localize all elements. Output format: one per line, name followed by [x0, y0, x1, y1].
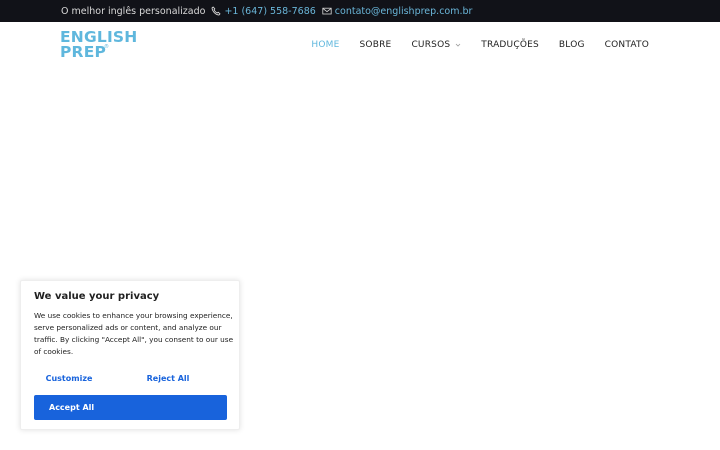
chevron-down-icon	[455, 43, 461, 47]
logo-registered-mark: ®	[104, 44, 109, 50]
customize-button[interactable]: Customize	[34, 371, 104, 385]
mail-icon	[322, 7, 332, 15]
phone-number: +1 (647) 558-7686	[224, 5, 316, 17]
nav-item-home[interactable]: HOME	[311, 40, 339, 50]
phone-icon	[212, 6, 221, 16]
phone-link[interactable]: +1 (647) 558-7686	[211, 5, 316, 17]
site-header: ENGLISH PREP ® HOME SOBRE CURSOS TRADUÇÕ…	[0, 22, 720, 68]
accept-all-button[interactable]: Accept All	[34, 395, 227, 420]
nav-item-blog[interactable]: BLOG	[559, 40, 585, 50]
nav-item-sobre[interactable]: SOBRE	[360, 40, 392, 50]
cookie-title: We value your privacy	[34, 291, 160, 302]
nav-item-traducoes[interactable]: TRADUÇÕES	[481, 40, 539, 50]
nav-item-cursos[interactable]: CURSOS	[411, 40, 461, 50]
email-address: contato@englishprep.com.br	[334, 5, 473, 17]
email-link[interactable]: contato@englishprep.com.br	[322, 5, 473, 17]
top-bar: O melhor inglês personalizado +1 (647) 5…	[0, 0, 720, 22]
main-nav: HOME SOBRE CURSOS TRADUÇÕES BLOG CONTATO	[291, 22, 649, 68]
cookie-consent-banner: We value your privacy We use cookies to …	[20, 280, 240, 430]
cookie-description: We use cookies to enhance your browsing …	[34, 311, 234, 356]
nav-item-contato[interactable]: CONTATO	[605, 40, 649, 50]
tagline: O melhor inglês personalizado	[61, 5, 206, 17]
logo[interactable]: ENGLISH PREP ®	[60, 29, 137, 62]
top-bar-content: O melhor inglês personalizado +1 (647) 5…	[61, 0, 472, 22]
reject-all-button[interactable]: Reject All	[133, 371, 203, 385]
logo-line-2: PREP	[60, 43, 107, 61]
nav-item-cursos-label: CURSOS	[411, 40, 451, 50]
